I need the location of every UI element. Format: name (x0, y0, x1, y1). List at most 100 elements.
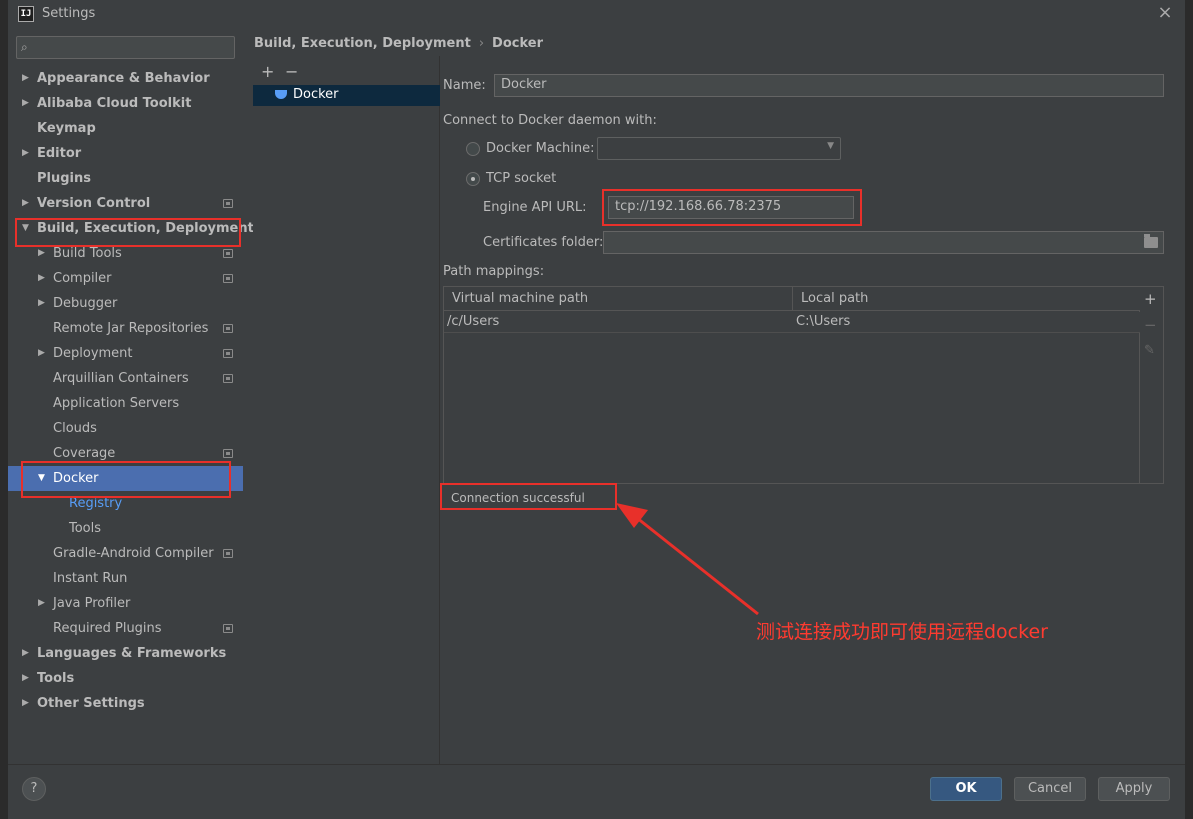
tree-item-instant-run[interactable]: Instant Run (8, 566, 243, 591)
column-header-local-path[interactable]: Local path (801, 291, 868, 306)
tree-item-remote-jar-repositories[interactable]: Remote Jar Repositories (8, 316, 243, 341)
tree-item-label: Arquillian Containers (53, 371, 189, 386)
add-config-button[interactable]: + (261, 62, 274, 81)
project-scope-icon (223, 324, 233, 333)
tree-item-editor[interactable]: ▶ Editor (8, 141, 243, 166)
collapsed-arrow-icon[interactable]: ▶ (38, 341, 45, 366)
project-scope-icon (223, 624, 233, 633)
breadcrumb-parent[interactable]: Build, Execution, Deployment (254, 36, 471, 51)
close-icon[interactable]: × (1154, 2, 1176, 24)
column-header-vm-path[interactable]: Virtual machine path (452, 291, 588, 306)
table-header: Virtual machine path Local path (444, 287, 1141, 311)
tree-item-label: Alibaba Cloud Toolkit (37, 96, 192, 111)
connect-daemon-label: Connect to Docker daemon with: (443, 113, 657, 128)
tree-item-alibaba-cloud-toolkit[interactable]: ▶ Alibaba Cloud Toolkit (8, 91, 243, 116)
docker-machine-select[interactable]: ▼ (597, 137, 841, 160)
annotation-box-build-execution (15, 218, 241, 247)
ok-button[interactable]: OK (930, 777, 1002, 801)
tree-item-languages-frameworks[interactable]: ▶ Languages & Frameworks (8, 641, 243, 666)
collapsed-arrow-icon[interactable]: ▶ (22, 141, 29, 166)
add-mapping-button[interactable]: + (1144, 291, 1157, 307)
project-scope-icon (223, 374, 233, 383)
tree-item-label: Application Servers (53, 396, 180, 411)
name-input[interactable]: Docker (494, 74, 1164, 97)
intellij-app-icon: IJ (18, 6, 34, 22)
project-scope-icon (223, 349, 233, 358)
tree-item-label: Required Plugins (53, 621, 162, 636)
help-button[interactable]: ? (22, 777, 46, 801)
certificates-folder-input[interactable] (603, 231, 1164, 254)
project-scope-icon (223, 199, 233, 208)
collapsed-arrow-icon[interactable]: ▶ (22, 91, 29, 116)
collapsed-arrow-icon[interactable]: ▶ (22, 66, 29, 91)
tree-item-label: Editor (37, 146, 82, 161)
collapsed-arrow-icon[interactable]: ▶ (22, 191, 29, 216)
column-divider (792, 287, 793, 311)
tree-item-keymap[interactable]: Keymap (8, 116, 243, 141)
tree-item-plugins[interactable]: Plugins (8, 166, 243, 191)
remove-mapping-button[interactable]: − (1144, 317, 1157, 333)
collapsed-arrow-icon[interactable]: ▶ (22, 666, 29, 691)
tree-item-label: Tools (37, 671, 75, 686)
tree-item-label: Java Profiler (53, 596, 131, 611)
tree-item-required-plugins[interactable]: Required Plugins (8, 616, 243, 641)
tree-item-label: Clouds (53, 421, 97, 436)
docker-config-list: + − Docker (253, 56, 440, 764)
breadcrumb-separator-icon: › (478, 36, 485, 51)
window-title: Settings (42, 6, 96, 21)
collapsed-arrow-icon[interactable]: ▶ (38, 266, 45, 291)
search-icon: ⌕ (21, 40, 28, 54)
tree-item-label: Compiler (53, 271, 112, 286)
annotation-box-connection (440, 483, 617, 510)
tree-item-arquillian-containers[interactable]: Arquillian Containers (8, 366, 243, 391)
dialog-footer: ? OK Cancel Apply (8, 764, 1185, 819)
tree-item-label: Instant Run (53, 571, 128, 586)
tree-item-label: Other Settings (37, 696, 145, 711)
tree-item-label: Tools (69, 521, 102, 536)
collapsed-arrow-icon[interactable]: ▶ (22, 691, 29, 716)
tree-item-tools[interactable]: Tools (8, 516, 243, 541)
breadcrumb: Build, Execution, Deployment › Docker (254, 36, 543, 51)
chevron-down-icon: ▼ (827, 141, 834, 151)
annotation-box-docker (21, 461, 231, 498)
breadcrumb-current: Docker (492, 36, 543, 51)
tree-item-gradle-android-compiler[interactable]: Gradle-Android Compiler (8, 541, 243, 566)
name-label: Name: (443, 78, 486, 93)
collapsed-arrow-icon[interactable]: ▶ (22, 641, 29, 666)
tree-item-appearance-behavior[interactable]: ▶ Appearance & Behavior (8, 66, 243, 91)
tcp-socket-radio[interactable] (466, 172, 480, 186)
cancel-button[interactable]: Cancel (1014, 777, 1086, 801)
tree-item-compiler[interactable]: ▶ Compiler (8, 266, 243, 291)
engine-api-url-label: Engine API URL: (483, 200, 587, 215)
folder-icon[interactable] (1144, 234, 1158, 248)
edit-mapping-icon[interactable]: ✎ (1144, 343, 1155, 359)
tree-item-label: Keymap (37, 121, 96, 136)
tree-item-clouds[interactable]: Clouds (8, 416, 243, 441)
tree-item-java-profiler[interactable]: ▶ Java Profiler (8, 591, 243, 616)
collapsed-arrow-icon[interactable]: ▶ (38, 291, 45, 316)
docker-machine-label: Docker Machine: (486, 141, 595, 156)
tree-item-tools[interactable]: ▶ Tools (8, 666, 243, 691)
settings-search-input[interactable]: ⌕ (16, 36, 235, 59)
tree-item-deployment[interactable]: ▶ Deployment (8, 341, 243, 366)
tree-item-label: Version Control (37, 196, 151, 211)
vm-path-cell[interactable]: /c/Users (447, 314, 499, 329)
local-path-cell[interactable]: C:\Users (796, 314, 850, 329)
tree-item-version-control[interactable]: ▶ Version Control (8, 191, 243, 216)
tree-item-other-settings[interactable]: ▶ Other Settings (8, 691, 243, 716)
remove-config-button[interactable]: − (285, 62, 298, 81)
tcp-socket-label: TCP socket (486, 171, 557, 186)
path-mappings-table: Virtual machine path Local path /c/Users… (443, 286, 1141, 484)
collapsed-arrow-icon[interactable]: ▶ (38, 591, 45, 616)
apply-button[interactable]: Apply (1098, 777, 1170, 801)
docker-config-item[interactable]: Docker (253, 85, 440, 106)
table-row[interactable]: /c/Users C:\Users (444, 312, 1141, 333)
tree-item-application-servers[interactable]: Application Servers (8, 391, 243, 416)
project-scope-icon (223, 449, 233, 458)
tree-item-label: Languages & Frameworks (37, 646, 227, 661)
tree-item-label: Remote Jar Repositories (53, 321, 209, 336)
tree-item-label: Gradle-Android Compiler (53, 546, 214, 561)
tree-item-debugger[interactable]: ▶ Debugger (8, 291, 243, 316)
docker-machine-radio[interactable] (466, 142, 480, 156)
docker-settings-panel: Name: Docker Connect to Docker daemon wi… (433, 56, 1185, 764)
